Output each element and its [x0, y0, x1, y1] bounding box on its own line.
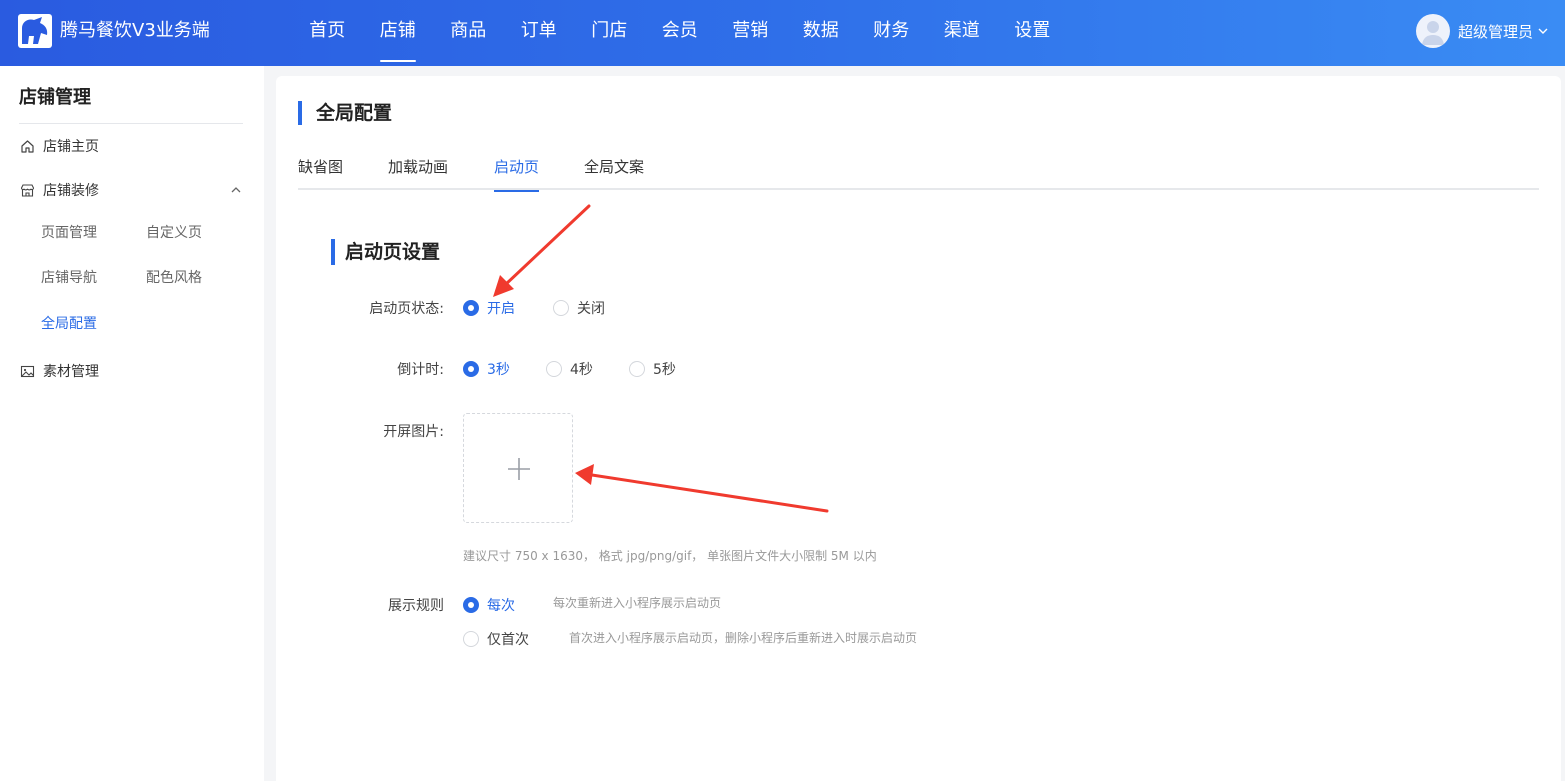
user-menu[interactable]: 超级管理员	[1415, 14, 1549, 48]
home-icon	[21, 139, 34, 153]
sidebar-subitem-navigation[interactable]: 店铺导航	[41, 267, 97, 287]
image-upload-button[interactable]	[463, 413, 573, 523]
radio-dot[interactable]	[463, 300, 479, 316]
radio-label: 关闭	[577, 301, 605, 317]
radio-dot[interactable]	[463, 631, 479, 647]
display-rule-label: 展示规则	[388, 598, 444, 614]
radio-label: 仅首次	[487, 632, 529, 648]
radio-label: 4秒	[570, 362, 593, 378]
nav-marketing[interactable]: 营销	[715, 0, 786, 66]
radio-dot[interactable]	[629, 361, 645, 377]
rule-every-time-radio[interactable]: 每次	[463, 595, 515, 615]
sidebar: 店铺管理 店铺主页 店铺装修 页面管理 自定义页 店铺导航 配色风格 全局配置 …	[0, 66, 264, 781]
main-nav: 首页 店铺 商品 订单 门店 会员 营销 数据 财务 渠道 设置	[292, 0, 1068, 66]
tab-bar: 缺省图 加载动画 启动页 全局文案	[298, 156, 1539, 192]
chevron-up-icon[interactable]	[230, 184, 242, 196]
sidebar-subitem-pages[interactable]: 页面管理	[41, 222, 97, 242]
nav-finance[interactable]: 财务	[856, 0, 927, 66]
sidebar-item-label: 店铺装修	[43, 183, 99, 199]
plus-icon	[508, 458, 530, 480]
sidebar-item-label: 店铺主页	[43, 139, 99, 155]
app-title: 腾马餐饮V3业务端	[60, 20, 210, 41]
sidebar-item-label: 素材管理	[43, 364, 99, 380]
nav-shops[interactable]: 门店	[574, 0, 645, 66]
nav-settings[interactable]: 设置	[997, 0, 1068, 66]
sidebar-subitem-custom-pages[interactable]: 自定义页	[146, 222, 202, 242]
chevron-down-icon[interactable]	[1537, 25, 1549, 37]
radio-label: 每次	[487, 598, 515, 614]
countdown-3s-radio[interactable]: 3秒	[463, 359, 510, 379]
sidebar-item-material[interactable]: 素材管理	[20, 361, 99, 381]
tab-default-images[interactable]: 缺省图	[298, 156, 343, 190]
sidebar-subitem-global-config[interactable]: 全局配置	[41, 313, 97, 333]
nav-members[interactable]: 会员	[645, 0, 716, 66]
status-on-radio[interactable]: 开启	[463, 298, 515, 318]
sidebar-title: 店铺管理	[19, 87, 91, 108]
radio-dot[interactable]	[463, 361, 479, 377]
sidebar-item-decor[interactable]: 店铺装修	[20, 180, 99, 200]
radio-dot[interactable]	[463, 597, 479, 613]
sidebar-subitem-color-style[interactable]: 配色风格	[146, 267, 202, 287]
nav-data[interactable]: 数据	[786, 0, 857, 66]
nav-channels[interactable]: 渠道	[927, 0, 998, 66]
radio-dot[interactable]	[546, 361, 562, 377]
top-bar: 腾马餐饮V3业务端 首页 店铺 商品 订单 门店 会员 营销 数据 财务 渠道 …	[0, 0, 1565, 66]
rule-first-time-radio[interactable]: 仅首次	[463, 629, 529, 649]
countdown-5s-radio[interactable]: 5秒	[629, 359, 676, 379]
store-icon	[20, 183, 35, 197]
status-label: 启动页状态:	[369, 301, 444, 317]
sidebar-divider	[19, 123, 243, 124]
tab-splash-page[interactable]: 启动页	[494, 156, 540, 192]
tab-global-copy[interactable]: 全局文案	[584, 156, 644, 190]
tab-loading-animation[interactable]: 加载动画	[388, 156, 448, 190]
sidebar-item-home[interactable]: 店铺主页	[20, 136, 99, 156]
radio-dot[interactable]	[553, 300, 569, 316]
status-off-radio[interactable]: 关闭	[553, 298, 605, 318]
image-icon	[20, 365, 35, 377]
nav-home[interactable]: 首页	[292, 0, 363, 66]
nav-goods[interactable]: 商品	[433, 0, 504, 66]
rule-first-time-desc: 首次进入小程序展示启动页，删除小程序后重新进入时展示启动页	[569, 631, 918, 645]
radio-label: 5秒	[653, 362, 676, 378]
radio-label: 开启	[487, 301, 515, 317]
rule-every-time-desc: 每次重新进入小程序展示启动页	[553, 596, 722, 610]
countdown-label: 倒计时:	[397, 362, 444, 378]
user-name[interactable]: 超级管理员	[1458, 21, 1533, 42]
page-title: 全局配置	[298, 101, 392, 125]
nav-orders[interactable]: 订单	[504, 0, 575, 66]
radio-label: 3秒	[487, 362, 510, 378]
section-title: 启动页设置	[331, 239, 440, 265]
avatar-icon[interactable]	[1415, 14, 1450, 48]
logo-icon[interactable]	[18, 14, 52, 48]
main-panel: 全局配置 缺省图 加载动画 启动页 全局文案 启动页设置 启动页状态: 开启 关…	[276, 76, 1561, 781]
nav-store[interactable]: 店铺	[363, 0, 434, 66]
countdown-4s-radio[interactable]: 4秒	[546, 359, 593, 379]
upload-hint: 建议尺寸 750 x 1630， 格式 jpg/png/gif， 单张图片文件大…	[463, 549, 877, 563]
splash-image-label: 开屏图片:	[383, 424, 444, 440]
